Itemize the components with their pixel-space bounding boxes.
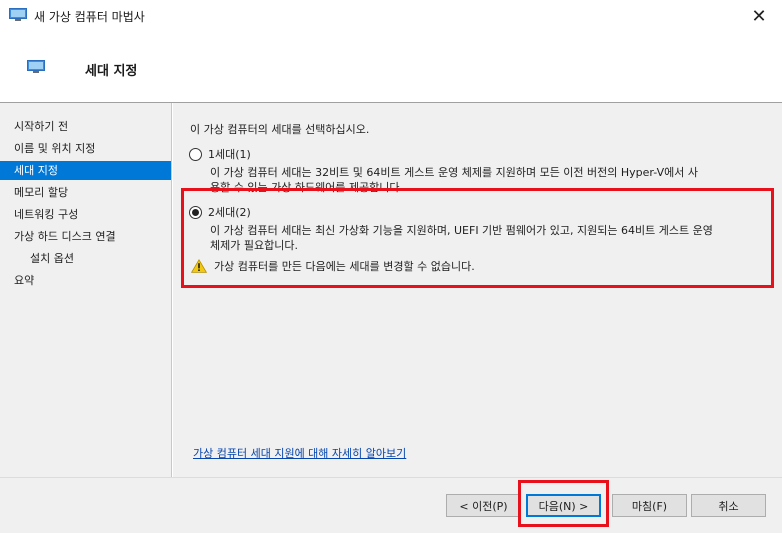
title-bar: 새 가상 컴퓨터 마법사 ✕ xyxy=(0,0,782,32)
generation-panel: 이 가상 컴퓨터의 세대를 선택하십시오. 1세대(1) 이 가상 컴퓨터 세대… xyxy=(173,103,782,477)
sidebar-item-networking[interactable]: 네트워킹 구성 xyxy=(0,205,171,224)
close-button[interactable]: ✕ xyxy=(736,0,782,32)
generation-1-radio[interactable] xyxy=(189,147,202,161)
generation-1-option[interactable]: 1세대(1) xyxy=(189,146,251,162)
learn-more-link[interactable]: 가상 컴퓨터 세대 지원에 대해 자세히 알아보기 xyxy=(193,445,406,461)
sidebar-item-virtual-disk[interactable]: 가상 하드 디스크 연결 xyxy=(0,227,171,246)
intro-text: 이 가상 컴퓨터의 세대를 선택하십시오. xyxy=(190,123,370,136)
close-icon: ✕ xyxy=(751,5,767,27)
sidebar-item-install-options[interactable]: 설치 옵션 xyxy=(0,249,171,268)
wizard-footer: < 이전(P) 다음(N) > 마침(F) 취소 xyxy=(0,478,782,533)
next-button-highlight-box xyxy=(518,480,609,527)
cancel-button[interactable]: 취소 xyxy=(691,494,766,517)
wizard-header: 세대 지정 xyxy=(0,32,782,102)
generation-2-highlight-box xyxy=(181,188,774,288)
sidebar-item-memory[interactable]: 메모리 할당 xyxy=(0,183,171,202)
monitor-icon xyxy=(27,60,45,73)
finish-button[interactable]: 마침(F) xyxy=(612,494,687,517)
sidebar-item-generation[interactable]: 세대 지정 xyxy=(0,161,171,180)
monitor-icon xyxy=(9,8,27,21)
generation-1-label: 1세대(1) xyxy=(208,148,251,161)
generation-1-desc-line1: 이 가상 컴퓨터 세대는 32비트 및 64비트 게스트 운영 체제를 지원하며… xyxy=(210,166,698,179)
sidebar-item-before-you-begin[interactable]: 시작하기 전 xyxy=(0,117,171,136)
window-title: 새 가상 컴퓨터 마법사 xyxy=(34,10,145,24)
sidebar-item-summary[interactable]: 요약 xyxy=(0,271,171,290)
sidebar-item-name-location[interactable]: 이름 및 위치 지정 xyxy=(0,139,171,158)
page-title: 세대 지정 xyxy=(85,64,138,79)
wizard-steps-sidebar: 시작하기 전 이름 및 위치 지정 세대 지정 메모리 할당 네트워킹 구성 가… xyxy=(0,103,172,477)
previous-button[interactable]: < 이전(P) xyxy=(446,494,521,517)
